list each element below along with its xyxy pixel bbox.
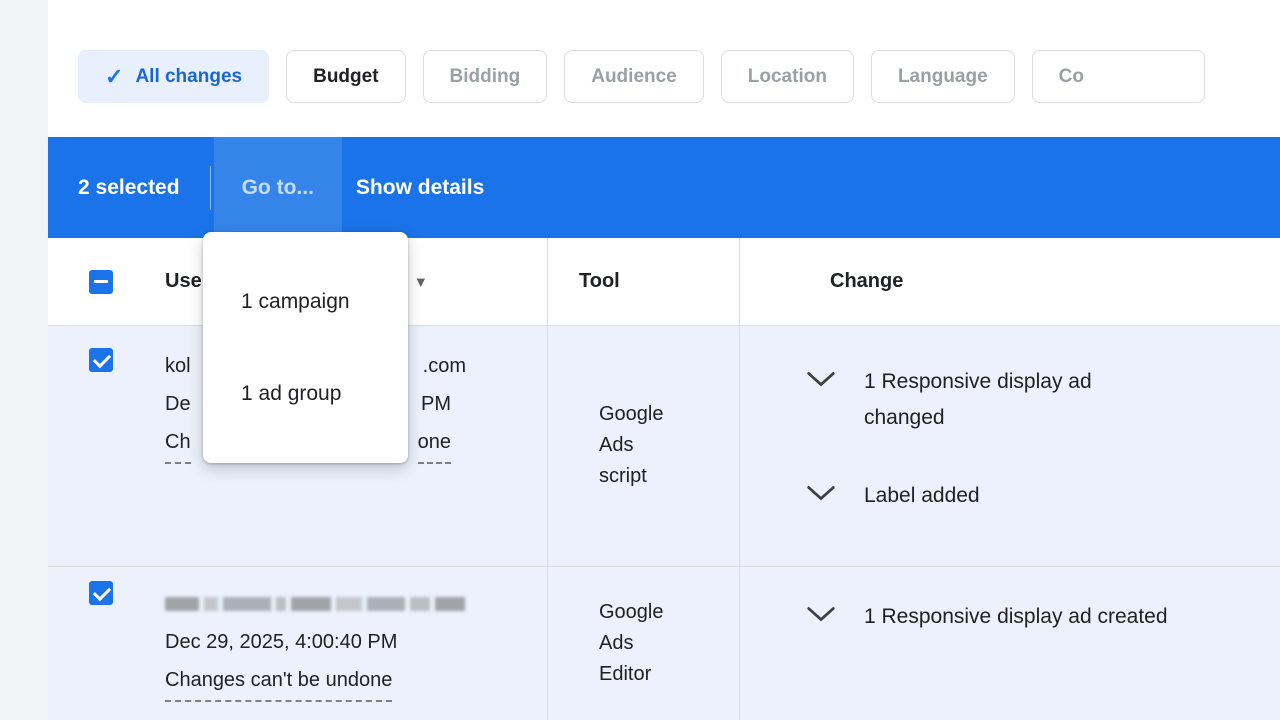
user-column-caret-icon[interactable]: ▾ bbox=[417, 272, 425, 290]
date-right: PM bbox=[421, 385, 451, 423]
tool-name: Google Ads Editor bbox=[599, 597, 679, 690]
selection-action-bar: 2 selected Go to... Show details bbox=[48, 137, 1280, 238]
chip-label: Audience bbox=[591, 66, 677, 88]
tool-cell: Google Ads Editor bbox=[547, 567, 739, 720]
go-to-button[interactable]: Go to... bbox=[214, 137, 342, 238]
column-header-tool: Tool bbox=[547, 238, 739, 325]
go-to-label: Go to... bbox=[242, 176, 314, 200]
left-gutter bbox=[0, 0, 48, 720]
change-column-label: Change bbox=[830, 270, 903, 293]
row-checkbox[interactable] bbox=[89, 581, 113, 605]
filter-chip-bidding[interactable]: Bidding bbox=[423, 50, 548, 103]
tool-cell: Google Ads script bbox=[547, 326, 739, 566]
change-history-screen: ✓ All changes Budget Bidding Audience Lo… bbox=[0, 0, 1280, 720]
check-icon: ✓ bbox=[105, 64, 123, 90]
action-bar-divider bbox=[210, 166, 211, 210]
menu-item-ad-group[interactable]: 1 ad group bbox=[203, 348, 408, 440]
column-header-change: Change bbox=[739, 238, 1280, 325]
undone-note[interactable]: Changes can't be undone bbox=[165, 661, 392, 702]
tool-column-label: Tool bbox=[579, 270, 620, 293]
chevron-down-icon[interactable] bbox=[806, 606, 836, 622]
user-email-left: kol bbox=[165, 347, 191, 385]
change-entry: 1 Responsive display ad changed bbox=[806, 364, 1280, 436]
show-details-button[interactable]: Show details bbox=[350, 176, 490, 200]
row-checkbox-cell bbox=[48, 326, 165, 566]
tool-name: Google Ads script bbox=[599, 399, 679, 492]
filter-chip-audience[interactable]: Audience bbox=[564, 50, 704, 103]
menu-item-campaign[interactable]: 1 campaign bbox=[203, 256, 408, 348]
chip-label: Location bbox=[748, 66, 827, 88]
user-cell: Dec 29, 2025, 4:00:40 PM Changes can't b… bbox=[165, 567, 547, 720]
selected-count: 2 selected bbox=[48, 176, 180, 200]
undone-right[interactable]: one bbox=[418, 423, 451, 464]
change-description: 1 Responsive display ad created bbox=[864, 599, 1168, 635]
chip-label: Budget bbox=[313, 66, 378, 88]
change-entry: Label added bbox=[806, 478, 1280, 514]
filter-chip-budget[interactable]: Budget bbox=[286, 50, 405, 103]
chevron-down-icon[interactable] bbox=[806, 371, 836, 387]
table-row: Dec 29, 2025, 4:00:40 PM Changes can't b… bbox=[48, 567, 1280, 720]
chip-label: Bidding bbox=[450, 66, 521, 88]
chip-label: Language bbox=[898, 66, 988, 88]
chevron-down-icon[interactable] bbox=[806, 485, 836, 501]
filter-chip-location[interactable]: Location bbox=[721, 50, 854, 103]
row-checkbox[interactable] bbox=[89, 348, 113, 372]
change-cell: 1 Responsive display ad changed Label ad… bbox=[739, 326, 1280, 566]
filter-chip-all-changes[interactable]: ✓ All changes bbox=[78, 50, 269, 103]
redacted-text bbox=[165, 585, 547, 623]
filter-chips-row: ✓ All changes Budget Bidding Audience Lo… bbox=[48, 0, 1280, 103]
change-description: Label added bbox=[864, 478, 980, 514]
select-all-checkbox[interactable] bbox=[89, 270, 113, 294]
menu-item-label: 1 ad group bbox=[241, 382, 341, 406]
header-checkbox-cell bbox=[48, 270, 165, 294]
date-left: De bbox=[165, 385, 191, 423]
row-checkbox-cell bbox=[48, 567, 165, 720]
chip-label: Co bbox=[1059, 66, 1084, 88]
undone-note-line: Changes can't be undone bbox=[165, 661, 547, 702]
filter-chip-language[interactable]: Language bbox=[871, 50, 1015, 103]
user-email-right: .com bbox=[423, 347, 466, 385]
change-description: 1 Responsive display ad changed bbox=[864, 364, 1164, 436]
go-to-dropdown-menu: 1 campaign 1 ad group bbox=[203, 232, 408, 463]
show-details-label: Show details bbox=[356, 176, 484, 199]
change-cell: 1 Responsive display ad created bbox=[739, 567, 1280, 720]
change-date-line: Dec 29, 2025, 4:00:40 PM bbox=[165, 623, 547, 661]
menu-item-label: 1 campaign bbox=[241, 290, 350, 314]
chip-label: All changes bbox=[135, 66, 242, 88]
undone-left[interactable]: Ch bbox=[165, 423, 191, 464]
change-entry: 1 Responsive display ad created bbox=[806, 599, 1280, 635]
filter-chip-truncated[interactable]: Co bbox=[1032, 50, 1205, 103]
